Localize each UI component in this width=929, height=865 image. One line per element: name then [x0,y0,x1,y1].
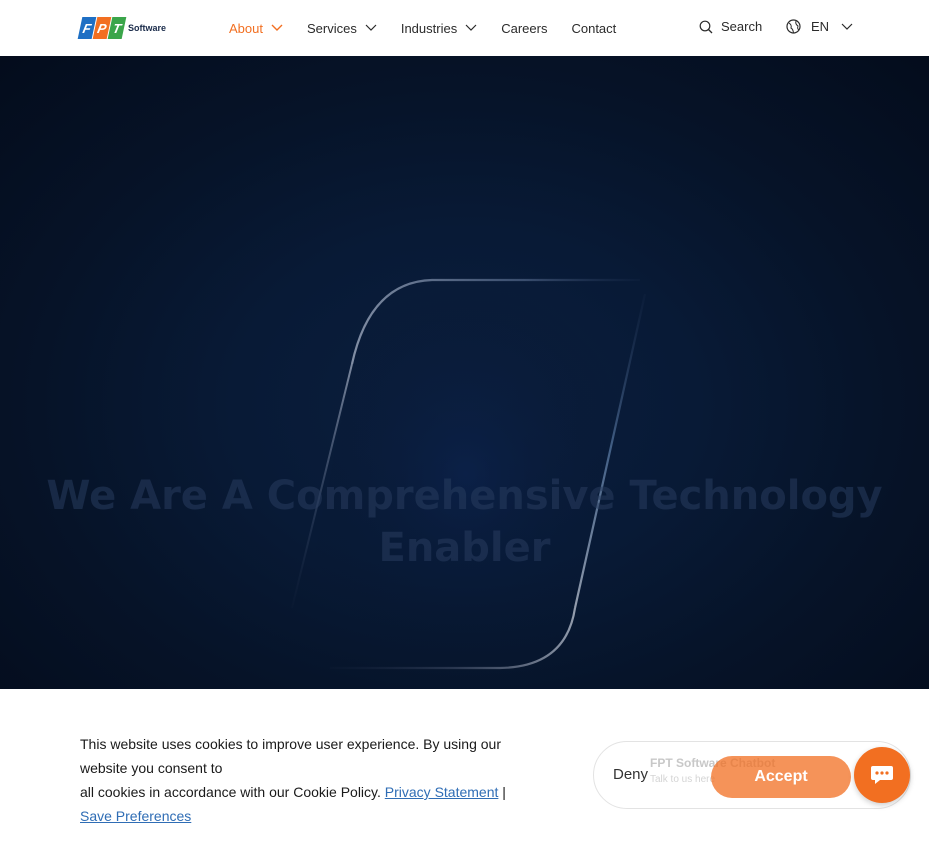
nav-item-services[interactable]: Services [307,21,377,36]
chevron-down-icon [365,24,377,31]
nav-label: Careers [501,20,548,36]
logo-letter-t: T [107,17,127,39]
search-button[interactable]: Search [699,19,762,34]
chat-bubble-icon [871,766,893,784]
hero-title-line-2: Enabler [378,525,551,571]
cookie-actions-panel: Deny FPT Software Chatbot Talk to us her… [593,741,911,809]
search-icon [699,20,713,33]
hero-section: We Are A Comprehensive Technology Enable… [0,56,929,689]
main-nav: About Services Industries Careers Contac… [229,0,640,56]
nav-label: Industries [400,20,458,36]
nav-item-contact[interactable]: Contact [571,21,616,36]
chevron-down-icon [271,24,283,31]
nav-label: Contact [571,20,617,36]
chatbot-button[interactable] [854,747,910,803]
link-separator: | [502,784,506,800]
language-selector[interactable]: EN [786,19,853,34]
hero-title: We Are A Comprehensive Technology Enable… [0,470,929,574]
chevron-down-icon [841,23,853,30]
cookie-text-line-2: all cookies in accordance with our Cooki… [80,784,381,800]
cookie-text-line-1: This website uses cookies to improve use… [80,736,501,776]
language-label: EN [811,19,830,34]
nav-item-about[interactable]: About [229,21,283,36]
deny-button[interactable]: Deny [613,766,648,783]
globe-icon [786,19,801,34]
chatbot-subtitle: Talk to us here [650,774,716,785]
logo-mark: F P T [77,17,127,39]
fpt-software-logo[interactable]: F P T Software [77,15,167,41]
save-preferences-link[interactable]: Save Preferences [80,808,191,824]
cookie-banner: This website uses cookies to improve use… [0,689,929,865]
chevron-down-icon [465,24,477,31]
nav-item-careers[interactable]: Careers [501,21,547,36]
site-header: F P T Software About Services Industries… [0,0,929,56]
search-label: Search [721,19,763,34]
nav-label: About [229,20,263,36]
nav-item-industries[interactable]: Industries [401,21,477,36]
hero-title-line-1: We Are A Comprehensive Technology [46,473,883,519]
privacy-statement-link[interactable]: Privacy Statement [385,784,499,800]
hero-parallelogram-graphic [291,278,647,670]
accept-button[interactable]: Accept [711,756,851,798]
cookie-message: This website uses cookies to improve use… [80,732,550,828]
logo-word: Software [128,23,167,33]
nav-label: Services [306,20,357,36]
